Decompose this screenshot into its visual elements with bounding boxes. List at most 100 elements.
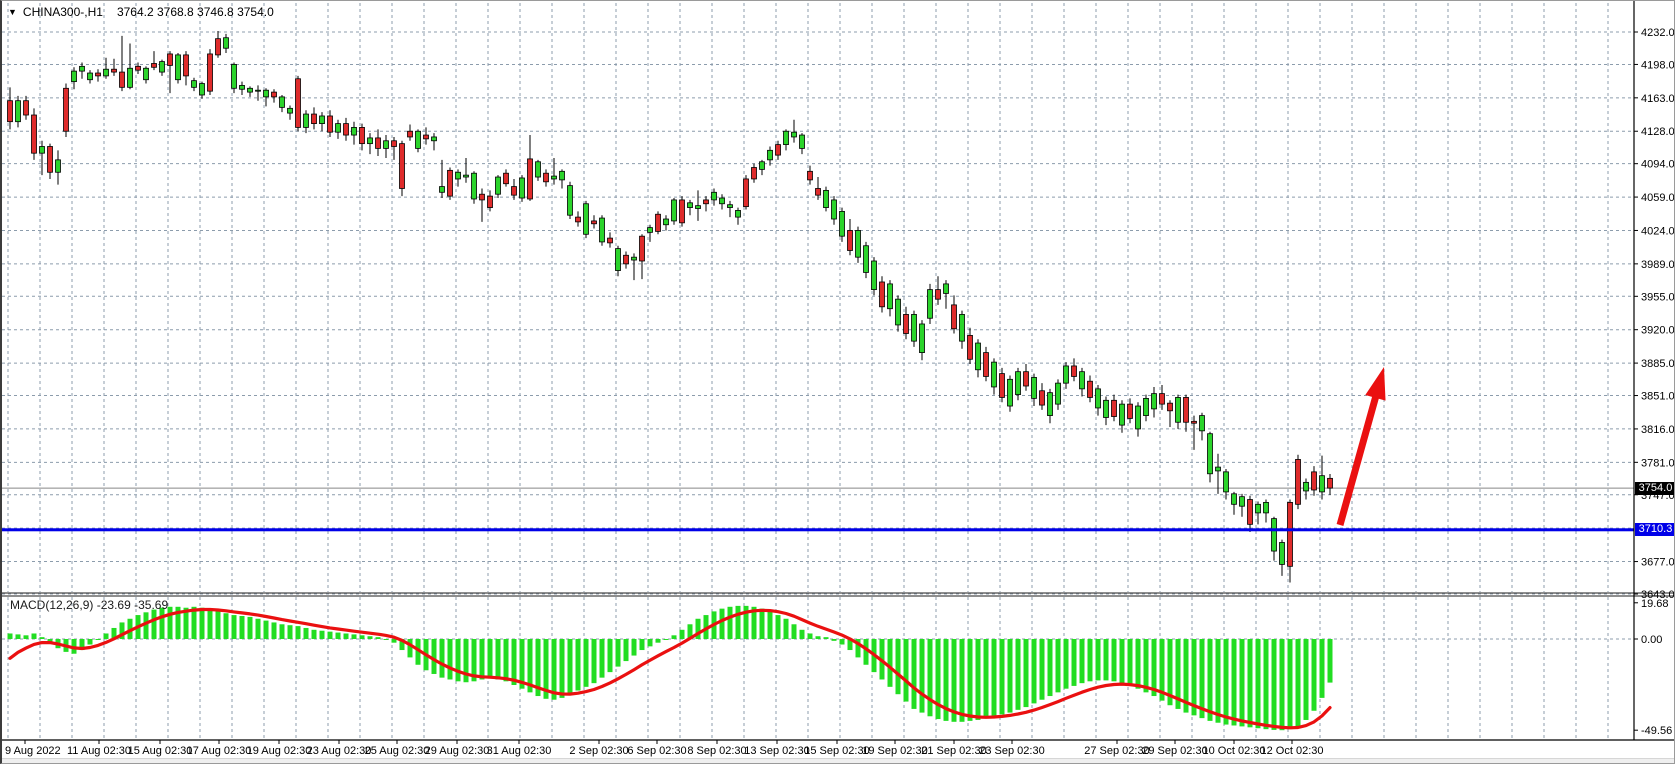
candle-body [1280, 542, 1285, 564]
time-axis-label[interactable]: 15 Sep 02:30 [804, 745, 869, 757]
macd-histogram-bar [624, 639, 629, 661]
candle-body [456, 172, 461, 179]
time-axis-label[interactable]: 12 Oct 02:30 [1261, 745, 1324, 757]
macd-histogram-bar [760, 609, 765, 639]
macd-histogram-bar [1224, 639, 1229, 725]
time-axis-label[interactable]: 11 Aug 02:30 [67, 745, 131, 757]
candle-body [760, 162, 765, 170]
macd-histogram-bar [1304, 639, 1309, 720]
time-axis-label[interactable]: 19 Sep 02:30 [862, 745, 927, 757]
price-axis-label: 4024.0 [1641, 225, 1675, 237]
macd-histogram-bar [1136, 639, 1141, 689]
macd-histogram-bar [680, 630, 685, 639]
candle-body [1200, 416, 1205, 431]
macd-histogram-bar [1320, 639, 1325, 698]
time-axis-label[interactable]: 21 Sep 02:30 [921, 745, 986, 757]
candle-body [728, 205, 733, 208]
macd-histogram-bar [104, 633, 109, 639]
macd-histogram-bar [312, 630, 317, 639]
candle-body [800, 135, 805, 148]
candle-body [8, 101, 13, 122]
time-axis-label[interactable]: 29 Sep 02:30 [1142, 745, 1207, 757]
macd-histogram-bar [648, 639, 653, 646]
macd-histogram-bar [352, 634, 357, 639]
macd-histogram-bar [1248, 639, 1253, 727]
candle-body [440, 187, 445, 193]
mt4-chart-window[interactable]: 4232.04198.04163.04128.04094.04059.04024… [0, 0, 1675, 764]
macd-histogram-bar [840, 639, 845, 645]
macd-histogram-bar [960, 639, 965, 722]
macd-histogram-bar [1288, 639, 1293, 729]
candle-body [64, 88, 69, 131]
time-axis-label[interactable]: 27 Sep 02:30 [1084, 745, 1149, 757]
macd-signal-value: -35.69 [134, 598, 168, 612]
macd-histogram-bar [432, 639, 437, 674]
macd-histogram-bar [96, 639, 101, 640]
chart-dropdown-icon[interactable]: ▼ [8, 7, 17, 17]
time-axis-label[interactable]: 25 Aug 02:30 [365, 745, 430, 757]
candle-body [1304, 482, 1309, 491]
candle-body [360, 127, 365, 143]
time-axis-label[interactable]: 17 Aug 02:30 [187, 745, 252, 757]
candle-body [808, 171, 813, 180]
candle-body [128, 68, 133, 87]
candle-body [88, 73, 93, 80]
time-axis-label[interactable]: 23 Sep 02:30 [979, 745, 1044, 757]
macd-histogram-bar [1264, 639, 1269, 729]
macd-histogram-bar [736, 606, 741, 639]
candle-body [648, 228, 653, 233]
macd-histogram-bar [984, 639, 989, 718]
candle-body [744, 179, 749, 207]
macd-histogram-bar [888, 639, 893, 687]
candle-body [992, 362, 997, 387]
time-axis-label[interactable]: 9 Aug 2022 [5, 745, 61, 757]
time-axis-label[interactable]: 6 Sep 02:30 [627, 745, 686, 757]
candle-body [816, 188, 821, 195]
time-axis-label[interactable]: 29 Aug 02:30 [425, 745, 490, 757]
macd-histogram-bar [1032, 639, 1037, 703]
macd-histogram-bar [1280, 639, 1285, 730]
trend-arrow-shaft[interactable] [1340, 394, 1376, 525]
candle-body [848, 230, 853, 250]
time-axis-label[interactable]: 13 Sep 02:30 [744, 745, 809, 757]
macd-histogram-bar [480, 639, 485, 679]
macd-histogram-bar [896, 639, 901, 694]
macd-histogram-bar [584, 639, 589, 687]
candle-body [896, 299, 901, 325]
time-axis-label[interactable]: 8 Sep 02:30 [687, 745, 746, 757]
support-hline[interactable] [2, 528, 1634, 531]
candle-body [568, 186, 573, 216]
price-axis-label: 3677.0 [1641, 557, 1675, 569]
macd-histogram-bar [1216, 639, 1221, 723]
macd-histogram-bar [656, 639, 661, 643]
time-axis-label[interactable]: 19 Aug 02:30 [247, 745, 312, 757]
time-axis-label[interactable]: 15 Aug 02:30 [128, 745, 193, 757]
time-axis-label[interactable]: 23 Aug 02:30 [307, 745, 372, 757]
candle-body [792, 132, 797, 137]
macd-histogram-bar [496, 639, 501, 679]
candle-body [560, 171, 565, 180]
macd-histogram-bar [800, 630, 805, 639]
macd-histogram-bar [1328, 639, 1333, 683]
candle-body [888, 284, 893, 309]
candle-body [192, 81, 197, 88]
trend-arrow-head[interactable] [1365, 367, 1385, 401]
candle-body [1144, 398, 1149, 415]
time-axis-label[interactable]: 2 Sep 02:30 [569, 745, 628, 757]
candle-body [936, 290, 941, 300]
macd-histogram-bar [1232, 639, 1237, 725]
macd-histogram-bar [920, 639, 925, 713]
candle-body [80, 66, 85, 71]
candle-body [664, 219, 669, 225]
time-axis-label[interactable]: 31 Aug 02:30 [487, 745, 552, 757]
macd-histogram-bar [272, 622, 277, 639]
time-axis-label[interactable]: 10 Oct 02:30 [1203, 745, 1266, 757]
candle-body [496, 177, 501, 194]
macd-histogram-bar [1064, 639, 1069, 689]
macd-histogram-bar [664, 639, 669, 640]
candle-body [280, 97, 285, 107]
macd-histogram-bar [1048, 639, 1053, 696]
chart-plot-surface[interactable]: 4232.04198.04163.04128.04094.04059.04024… [2, 1, 1675, 764]
candle-body [40, 146, 45, 153]
macd-histogram-bar [1144, 639, 1149, 692]
